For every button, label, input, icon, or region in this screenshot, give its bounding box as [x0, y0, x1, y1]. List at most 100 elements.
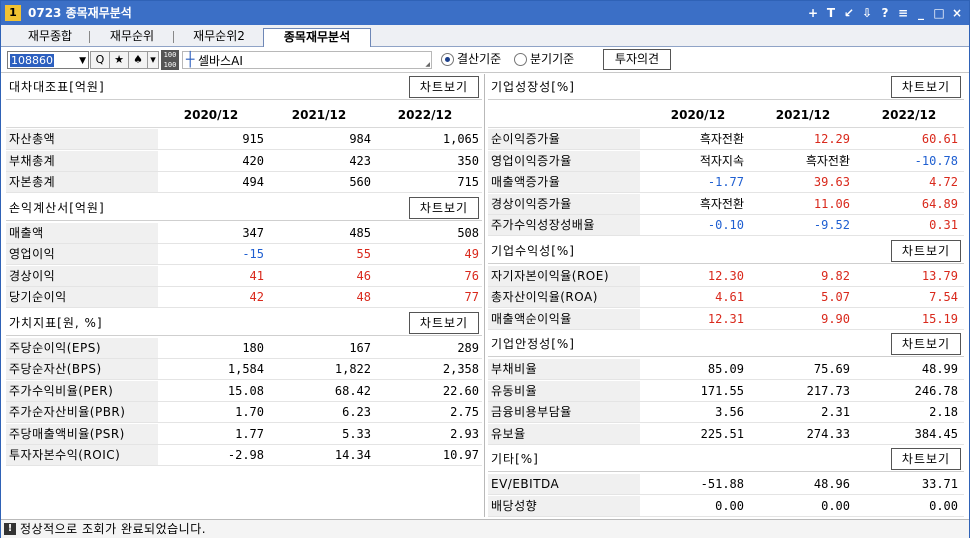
table-cell: -51.88 — [700, 477, 744, 491]
row-label: 순이익증가율 — [488, 129, 640, 149]
radio-settlement-label[interactable]: 결산기준 — [457, 52, 501, 66]
row-label: 투자자본수익(ROIC) — [6, 445, 158, 465]
radio-settlement[interactable] — [441, 53, 454, 66]
table-cell: 12.29 — [813, 132, 850, 146]
title-bar[interactable]: 1 0723 종목재무분석 + T ↙ ⇩ ? ≡ _ □ × — [1, 1, 969, 25]
column-header: 2022/12 — [397, 108, 453, 122]
table-row: 자본총계 494 560 715 — [6, 172, 482, 193]
tab-label: 재무순위2 — [193, 29, 245, 43]
chart-view-button[interactable]: 차트보기 — [891, 76, 961, 98]
table-cell: 508 — [457, 225, 479, 240]
tab-stock-financial-analysis[interactable]: 종목재무분석 — [263, 28, 371, 48]
row-label: 유보율 — [488, 423, 640, 444]
table-row: EV/EBITDA -51.88 48.96 33.71 — [488, 474, 964, 495]
table-row: 주가수익성장성배율 -0.10 -9.52 0.31 — [488, 215, 964, 236]
row-label: 유동비율 — [488, 380, 640, 401]
table-cell: 347 — [242, 225, 264, 240]
section-header: 기업성장성[%] 차트보기 — [488, 74, 964, 100]
column-header-row: 2020/12 2021/12 2022/12 — [6, 102, 482, 128]
table-cell: 915 — [242, 132, 264, 146]
radio-quarter[interactable] — [514, 53, 527, 66]
table-row: 경상이익증가율 흑자전환 11.06 64.89 — [488, 193, 964, 215]
table-cell: 흑자전환 — [805, 153, 850, 168]
row-label: 자기자본이익율(ROE) — [488, 265, 640, 286]
search-icon[interactable]: Q — [90, 51, 110, 69]
table-row: 유동비율 171.55 217.73 246.78 — [488, 380, 964, 402]
table-cell: 5.07 — [821, 290, 850, 304]
menu-icon[interactable]: ≡ — [895, 4, 911, 22]
table-cell: 180 — [242, 340, 264, 355]
table-cell: 0.00 — [821, 498, 850, 513]
row-label: 영업이익증가율 — [488, 150, 640, 171]
star-icon[interactable]: ★ — [109, 51, 129, 69]
close-icon[interactable]: × — [949, 4, 965, 22]
table-cell: 적자지속 — [699, 153, 744, 168]
table-cell: 485 — [349, 225, 371, 240]
chevron-down-icon[interactable]: ▼ — [79, 56, 86, 66]
table-row: 매출액순이익율 12.31 9.90 15.19 — [488, 308, 964, 330]
tab-financial-rank[interactable]: 재무순위 — [91, 28, 174, 47]
table-cell: 0.31 — [929, 218, 958, 232]
help-icon[interactable]: ? — [877, 4, 893, 22]
stock-name: 셀바스AI — [198, 54, 243, 68]
link-icon[interactable]: ↙ — [841, 4, 857, 22]
chart-view-button[interactable]: 차트보기 — [891, 239, 961, 262]
table-cell: 274.33 — [806, 426, 850, 441]
add-icon[interactable]: + — [805, 4, 821, 22]
row-label: 주가수익성장성배율 — [488, 215, 640, 235]
table-row: 투자자본수익(ROIC) -2.98 14.34 10.97 — [6, 445, 482, 466]
table-cell: 167 — [349, 340, 371, 355]
maximize-icon[interactable]: □ — [931, 4, 947, 22]
table-row: 자기자본이익율(ROE) 12.30 9.82 13.79 — [488, 265, 964, 287]
table-cell: 5.33 — [342, 426, 371, 441]
table-cell: -15 — [242, 247, 264, 261]
table-cell: 0.00 — [929, 498, 958, 513]
stock-name-field[interactable]: ┼ 셀바스AI ◢ — [182, 51, 432, 69]
chart-view-button[interactable]: 차트보기 — [409, 196, 479, 219]
dropdown-icon[interactable]: ▾ — [147, 51, 159, 69]
table-row: 부채총계 420 423 350 — [6, 150, 482, 172]
table-row: 총자산이익율(ROA) 4.61 5.07 7.54 — [488, 287, 964, 308]
table-row: 순이익증가율 흑자전환 12.29 60.61 — [488, 129, 964, 150]
table-cell: 12.31 — [707, 311, 744, 326]
chart-view-button[interactable]: 차트보기 — [891, 448, 961, 470]
column-header: 2020/12 — [670, 108, 726, 122]
table-cell: 2.75 — [450, 405, 479, 419]
table-cell: 0.00 — [715, 498, 744, 513]
investment-opinion-button[interactable]: 투자의견 — [603, 49, 671, 70]
save-icon[interactable]: ⇩ — [859, 4, 875, 22]
toolbar: 108860 ▼ Q ★ ♠ ▾ 100 100 ┼ 셀바스AI ◢ 결산기준 … — [1, 47, 969, 73]
radio-quarter-label[interactable]: 분기기준 — [530, 52, 574, 66]
section-header: 대차대조표[억원] 차트보기 — [6, 74, 482, 100]
table-cell: 48.99 — [921, 362, 958, 376]
table-cell: 42 — [249, 290, 264, 304]
chart-view-button[interactable]: 차트보기 — [891, 333, 961, 355]
resize-corner-icon: ◢ — [425, 61, 430, 68]
section-header: 가치지표[원, %] 차트보기 — [6, 310, 482, 336]
tab-financial-rank2[interactable]: 재무순위2 — [175, 28, 263, 47]
grid-icon[interactable]: 100 100 — [161, 50, 179, 70]
section-title: 대차대조표[억원] — [9, 80, 105, 94]
text-icon[interactable]: T — [823, 4, 839, 22]
row-label: 영업이익 — [6, 244, 158, 264]
section-title: 기타[%] — [491, 452, 539, 466]
spade-icon[interactable]: ♠ — [128, 51, 148, 69]
minimize-icon[interactable]: _ — [913, 4, 929, 22]
table-row: 매출액 347 485 508 — [6, 222, 482, 244]
row-label: 매출액 — [6, 222, 158, 243]
table-row: 부채비율 85.09 75.69 48.99 — [488, 359, 964, 380]
chart-view-button[interactable]: 차트보기 — [409, 76, 479, 98]
stock-code-input[interactable]: 108860 ▼ — [7, 51, 89, 69]
row-label: 경상이익 — [6, 265, 158, 286]
table-cell: 1,065 — [442, 132, 479, 146]
row-label: 주가순자산비율(PBR) — [6, 402, 158, 422]
column-header: 2020/12 — [183, 108, 239, 122]
table-cell: 12.30 — [707, 268, 744, 283]
table-row: 주가수익비율(PER) 15.08 68.42 22.60 — [6, 380, 482, 402]
tab-financial-summary[interactable]: 재무종합 — [11, 28, 90, 47]
table-cell: 41 — [249, 268, 264, 283]
table-cell: 4.61 — [715, 290, 744, 304]
chart-view-button[interactable]: 차트보기 — [409, 311, 479, 334]
row-label: 매출액증가율 — [488, 172, 640, 192]
row-label: 당기순이익 — [6, 287, 158, 307]
